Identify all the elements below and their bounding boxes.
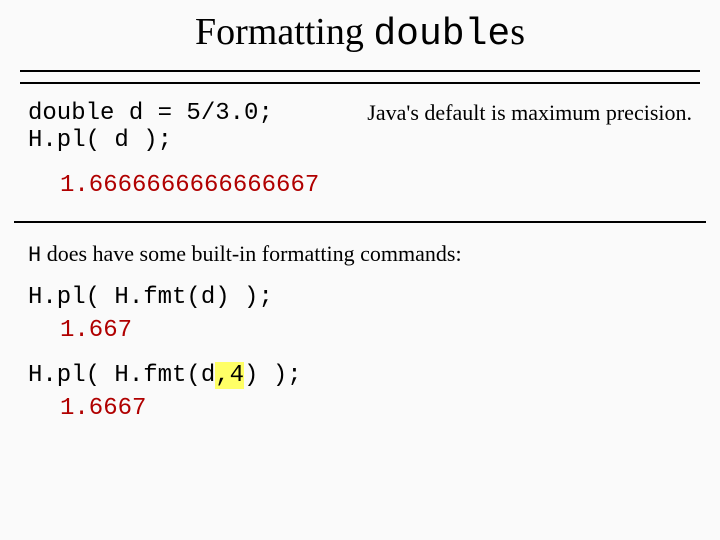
divider	[14, 221, 706, 223]
example-2-highlight: ,4	[215, 362, 244, 389]
example-2-output: 1.6667	[60, 395, 692, 422]
example-2-pre: H.pl( H.fmt(d	[28, 362, 215, 389]
title-prefix: Formatting	[195, 11, 373, 53]
body-text-rest: does have some built-in formatting comma…	[41, 241, 461, 266]
intro-note: Java's default is maximum precision.	[367, 100, 692, 126]
example-2-code: H.pl( H.fmt(d,4) );	[28, 362, 692, 389]
double-rule	[20, 70, 700, 84]
title-mono: double	[373, 13, 510, 56]
slide: Formatting doubles double d = 5/3.0; H.p…	[0, 0, 720, 540]
body: H does have some built-in formatting com…	[0, 241, 720, 422]
code-line-1: double d = 5/3.0;	[28, 100, 273, 127]
output-1: 1.6666666666666667	[60, 172, 720, 199]
intro-code: double d = 5/3.0; H.pl( d );	[28, 100, 273, 154]
code-line-2: H.pl( d );	[28, 127, 172, 154]
page-title: Formatting doubles	[0, 0, 720, 64]
example-1-code: H.pl( H.fmt(d) );	[28, 284, 692, 311]
example-2-post: ) );	[244, 362, 302, 389]
body-text-mono: H	[28, 243, 41, 268]
intro-row: double d = 5/3.0; H.pl( d ); Java's defa…	[0, 94, 720, 154]
title-suffix: s	[510, 11, 525, 53]
body-text: H does have some built-in formatting com…	[28, 241, 692, 268]
example-1-output: 1.667	[60, 317, 692, 344]
